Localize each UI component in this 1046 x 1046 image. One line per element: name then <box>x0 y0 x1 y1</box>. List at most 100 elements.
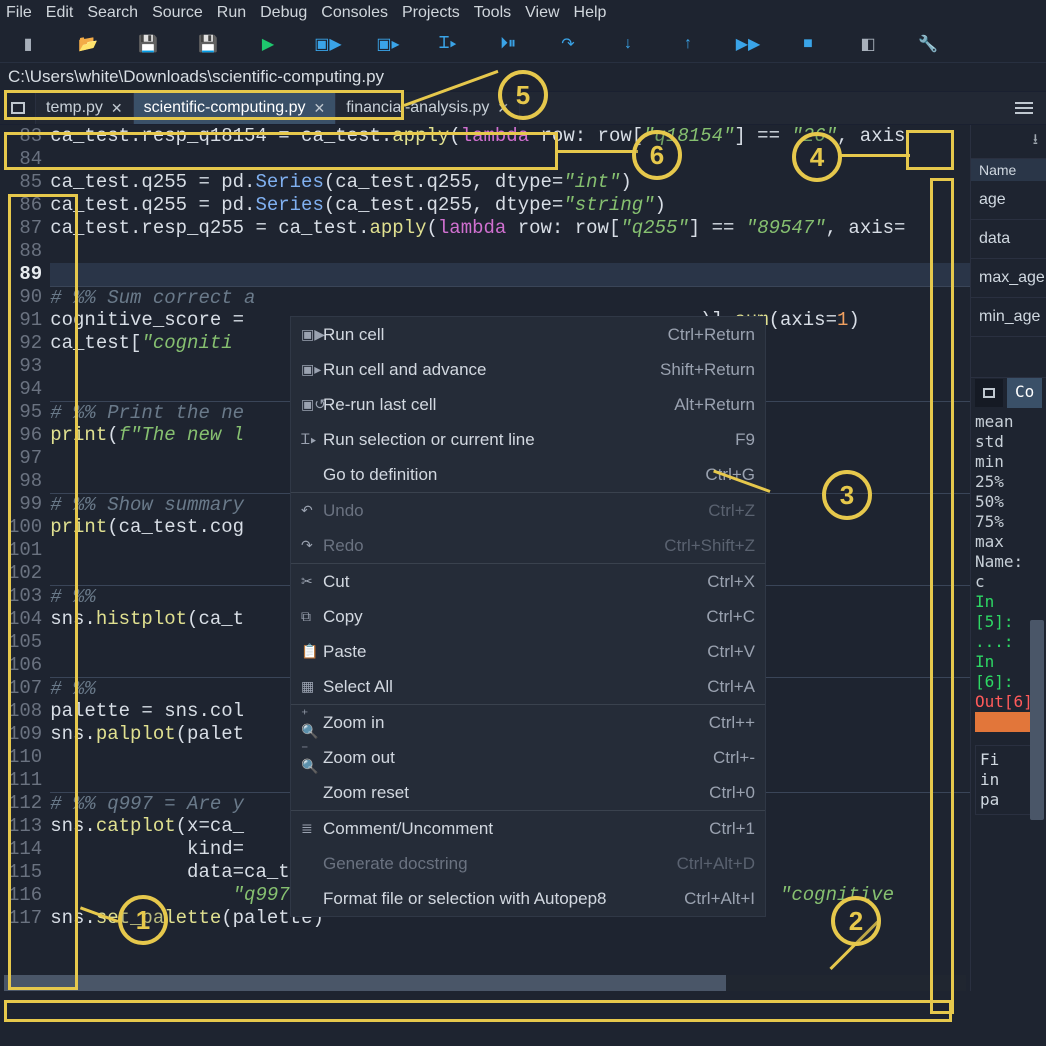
ctx-label: Undo <box>323 501 708 521</box>
ctx-redo: ↷RedoCtrl+Shift+Z <box>291 528 765 563</box>
tab-temp-py[interactable]: temp.py✕ <box>36 92 134 124</box>
continue-icon[interactable]: ▶▶ <box>738 34 758 54</box>
run-line-icon[interactable]: Ꮖ▸ <box>438 34 458 54</box>
tab-scientific-computing-py[interactable]: scientific-computing.py✕ <box>134 92 337 124</box>
ctx-icon: ≣ <box>301 820 323 837</box>
menu-tools[interactable]: Tools <box>474 4 511 22</box>
download-icon[interactable]: ⭳ <box>1033 129 1038 154</box>
run-cell-icon[interactable]: ▣▶ <box>318 34 338 54</box>
ctx-generate-docstring: Generate docstringCtrl+Alt+D <box>291 846 765 881</box>
ctx-paste[interactable]: 📋PasteCtrl+V <box>291 634 765 669</box>
code-line[interactable] <box>50 263 970 286</box>
line-number: 89 <box>8 263 42 286</box>
close-icon[interactable]: ✕ <box>111 100 123 117</box>
line-number: 103 <box>8 585 42 608</box>
ctx-icon: ▦ <box>301 678 323 695</box>
ctx-go-to-definition[interactable]: Go to definitionCtrl+G <box>291 457 765 492</box>
ctx-label: Go to definition <box>323 465 705 485</box>
line-number: 93 <box>8 355 42 378</box>
ctx-select-all[interactable]: ▦Select AllCtrl+A <box>291 669 765 704</box>
menu-consoles[interactable]: Consoles <box>321 4 388 22</box>
horizontal-scrollbar[interactable] <box>4 975 966 991</box>
menu-search[interactable]: Search <box>87 4 138 22</box>
ctx-icon: ⧉ <box>301 608 323 625</box>
save-all-icon[interactable]: 💾 <box>198 34 218 54</box>
tab-options-button[interactable] <box>1002 92 1046 124</box>
code-line[interactable]: ca_test.q255 = pd.Series(ca_test.q255, d… <box>50 194 970 217</box>
ctx-zoom-in[interactable]: ⁺🔍Zoom inCtrl++ <box>291 705 765 740</box>
code-line[interactable] <box>50 240 970 263</box>
line-number: 117 <box>8 907 42 930</box>
stop-icon[interactable]: ■ <box>798 34 818 54</box>
menu-help[interactable]: Help <box>574 4 607 22</box>
ctx-shortcut: Ctrl+Z <box>708 501 755 521</box>
tab-label: financial-analysis.py <box>346 99 489 117</box>
line-number-gutter: 8384858687888990919293949596979899100101… <box>0 125 50 975</box>
step-over-icon[interactable]: ↷ <box>558 34 578 54</box>
line-number: 108 <box>8 700 42 723</box>
ctx-shortcut: Shift+Return <box>660 360 755 380</box>
ctx-label: Run selection or current line <box>323 430 735 450</box>
ctx-icon: ▣↺ <box>301 396 323 413</box>
line-number: 91 <box>8 309 42 332</box>
code-line[interactable]: ca_test.resp_q18154 = ca_test.apply(lamb… <box>50 125 970 148</box>
line-number: 116 <box>8 884 42 907</box>
code-line[interactable]: # %% Sum correct a <box>50 286 970 309</box>
run-icon[interactable]: ▶ <box>258 34 278 54</box>
save-icon[interactable]: 💾 <box>138 34 158 54</box>
tab-browser-icon[interactable] <box>0 92 36 124</box>
close-icon[interactable]: ✕ <box>497 100 509 117</box>
line-number: 90 <box>8 286 42 309</box>
vertical-scrollbar[interactable] <box>1030 180 1044 920</box>
close-icon[interactable]: ✕ <box>314 100 326 117</box>
ctx-label: Copy <box>323 607 706 627</box>
menu-view[interactable]: View <box>525 4 559 22</box>
ctx-icon: 📋 <box>301 643 323 660</box>
ctx-re-run-last-cell[interactable]: ▣↺Re-run last cellAlt+Return <box>291 387 765 422</box>
ctx-copy[interactable]: ⧉CopyCtrl+C <box>291 599 765 634</box>
step-out-icon[interactable]: ↑ <box>678 34 698 54</box>
ctx-shortcut: Ctrl+A <box>707 677 755 697</box>
code-line[interactable]: ca_test.q255 = pd.Series(ca_test.q255, d… <box>50 171 970 194</box>
menu-file[interactable]: File <box>6 4 32 22</box>
file-path-label: C:\Users\white\Downloads\scientific-comp… <box>0 63 1046 91</box>
menu-debug[interactable]: Debug <box>260 4 307 22</box>
ctx-cut[interactable]: ✂CutCtrl+X <box>291 564 765 599</box>
line-number: 102 <box>8 562 42 585</box>
tab-financial-analysis-py[interactable]: financial-analysis.py ✕ <box>336 92 520 124</box>
line-number: 87 <box>8 217 42 240</box>
ctx-zoom-out[interactable]: ⁻🔍Zoom outCtrl+- <box>291 740 765 775</box>
ctx-label: Comment/Uncomment <box>323 819 709 839</box>
line-number: 101 <box>8 539 42 562</box>
menu-projects[interactable]: Projects <box>402 4 460 22</box>
layout-icon[interactable]: ◧ <box>858 34 878 54</box>
line-number: 92 <box>8 332 42 355</box>
ctx-zoom-reset[interactable]: Zoom resetCtrl+0 <box>291 775 765 810</box>
code-line[interactable] <box>50 148 970 171</box>
toolbar: ▮ 📂 💾 💾 ▶ ▣▶ ▣▸ Ꮖ▸ ⏵⏸ ↷ ↓ ↑ ▶▶ ■ ◧ 🔧 <box>0 26 1046 63</box>
console-panel-icon[interactable] <box>975 379 1003 407</box>
ctx-format-file-or-selection-with-autopep-[interactable]: Format file or selection with Autopep8Ct… <box>291 881 765 916</box>
ctx-shortcut: Alt+Return <box>674 395 755 415</box>
ctx-shortcut: Ctrl+V <box>707 642 755 662</box>
menu-source[interactable]: Source <box>152 4 203 22</box>
ctx-label: Re-run last cell <box>323 395 674 415</box>
ctx-run-cell[interactable]: ▣▶Run cellCtrl+Return <box>291 317 765 352</box>
line-number: 114 <box>8 838 42 861</box>
ctx-run-cell-and-advance[interactable]: ▣▸Run cell and advanceShift+Return <box>291 352 765 387</box>
ctx-shortcut: Ctrl++ <box>709 713 755 733</box>
code-line[interactable]: ca_test.resp_q255 = ca_test.apply(lambda… <box>50 217 970 240</box>
step-in-icon[interactable]: ↓ <box>618 34 638 54</box>
ctx-icon: ↶ <box>301 502 323 519</box>
menu-run[interactable]: Run <box>217 4 246 22</box>
ctx-comment-uncomment[interactable]: ≣Comment/UncommentCtrl+1 <box>291 811 765 846</box>
context-menu[interactable]: ▣▶Run cellCtrl+Return▣▸Run cell and adva… <box>290 316 766 917</box>
debug-icon[interactable]: ⏵⏸ <box>498 34 518 54</box>
prefs-icon[interactable]: 🔧 <box>918 34 938 54</box>
ctx-run-selection-or-current-line[interactable]: Ꮖ▸Run selection or current lineF9 <box>291 422 765 457</box>
new-file-icon[interactable]: ▮ <box>18 34 38 54</box>
open-icon[interactable]: 📂 <box>78 34 98 54</box>
menu-edit[interactable]: Edit <box>46 4 74 22</box>
run-cell-advance-icon[interactable]: ▣▸ <box>378 34 398 54</box>
line-number: 88 <box>8 240 42 263</box>
